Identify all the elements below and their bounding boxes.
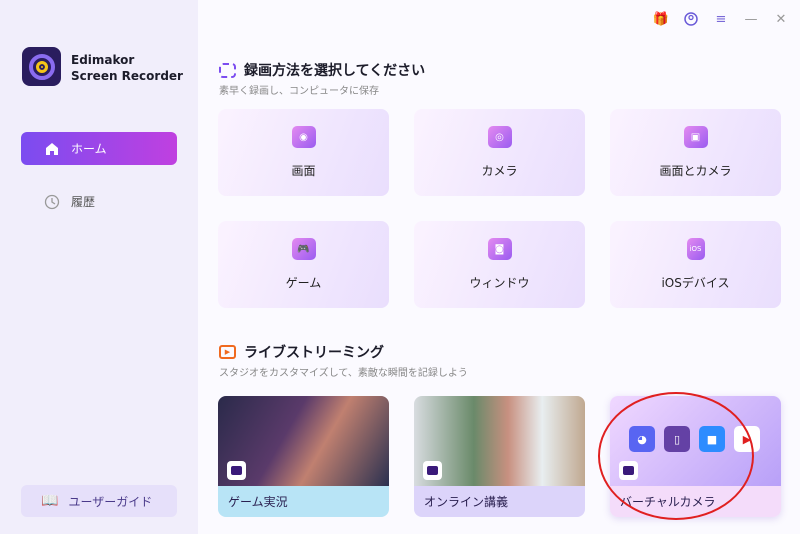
record-ios-card[interactable]: iOS iOSデバイス <box>610 221 781 308</box>
clock-icon <box>43 193 61 211</box>
record-window-card[interactable]: ◙ ウィンドウ <box>414 221 585 308</box>
sidebar: Edimakor Screen Recorder ホーム 履歴 📖 ユーザーガイド <box>0 0 198 534</box>
twitch-icon: ▯ <box>664 426 690 452</box>
discord-icon: ◕ <box>629 426 655 452</box>
window-icon: ◙ <box>487 238 512 260</box>
book-icon: 📖 <box>41 493 59 509</box>
window-controls: 🎁 ≡ — ✕ <box>652 10 790 28</box>
youtube-icon: ▶ <box>734 426 760 452</box>
webcam-icon <box>619 461 638 480</box>
zoom-icon: ■ <box>699 426 725 452</box>
live-lecture-card[interactable]: オンライン講義 <box>414 396 585 517</box>
gaming-photo <box>218 396 389 486</box>
record-screen-card[interactable]: ◉ 画面 <box>218 109 389 196</box>
tv-icon: ▶ <box>219 345 236 359</box>
presentation-icon <box>423 461 442 480</box>
virtual-camera-banner: ◕ ▯ ■ ▶ <box>610 396 781 486</box>
card-label: バーチャルカメラ <box>610 486 781 517</box>
app-name: Edimakor Screen Recorder <box>71 53 183 83</box>
camera-icon: ◎ <box>487 126 512 148</box>
live-virtual-camera-card[interactable]: ◕ ▯ ■ ▶ バーチャルカメラ <box>610 396 781 517</box>
menu-icon[interactable]: ≡ <box>712 10 730 28</box>
monitor-icon <box>227 461 246 480</box>
live-section-title: ▶ ライブストリーミング <box>219 342 384 362</box>
close-icon[interactable]: ✕ <box>772 10 790 28</box>
live-game-card[interactable]: ゲーム実況 <box>218 396 389 517</box>
record-section-subtitle: 素早く録画し、コンピュータに保存 <box>219 86 379 97</box>
app-logo <box>22 47 61 86</box>
screen-camera-icon: ▣ <box>683 126 708 148</box>
record-game-card[interactable]: 🎮 ゲーム <box>218 221 389 308</box>
live-section-subtitle: スタジオをカスタマイズして、素敵な瞬間を記録しよう <box>219 368 468 379</box>
card-label: ゲーム実況 <box>218 486 389 517</box>
card-label: 画面 <box>291 164 316 178</box>
user-guide-button[interactable]: 📖 ユーザーガイド <box>21 485 177 517</box>
sidebar-item-home[interactable]: ホーム <box>21 132 177 165</box>
record-icon <box>219 62 236 78</box>
ios-device-icon: iOS <box>686 238 705 260</box>
user-guide-label: ユーザーガイド <box>68 494 153 509</box>
record-section-title: 録画方法を選択してください <box>219 60 425 80</box>
card-label: ウィンドウ <box>469 276 530 290</box>
minimize-icon[interactable]: — <box>742 10 760 28</box>
sidebar-item-label: ホーム <box>71 142 107 156</box>
gamepad-icon: 🎮 <box>291 238 316 260</box>
gift-icon[interactable]: 🎁 <box>652 10 670 28</box>
card-label: 画面とカメラ <box>659 164 732 178</box>
sidebar-item-history[interactable]: 履歴 <box>21 185 177 218</box>
record-screen-camera-card[interactable]: ▣ 画面とカメラ <box>610 109 781 196</box>
card-label: オンライン講義 <box>414 486 585 517</box>
record-camera-card[interactable]: ◎ カメラ <box>414 109 585 196</box>
sidebar-item-label: 履歴 <box>71 195 96 209</box>
card-label: ゲーム <box>285 276 322 290</box>
account-icon[interactable] <box>682 10 700 28</box>
card-label: iOSデバイス <box>661 276 730 290</box>
lecture-photo <box>414 396 585 486</box>
card-label: カメラ <box>481 164 518 178</box>
screen-icon: ◉ <box>291 126 316 148</box>
home-icon <box>43 140 61 158</box>
